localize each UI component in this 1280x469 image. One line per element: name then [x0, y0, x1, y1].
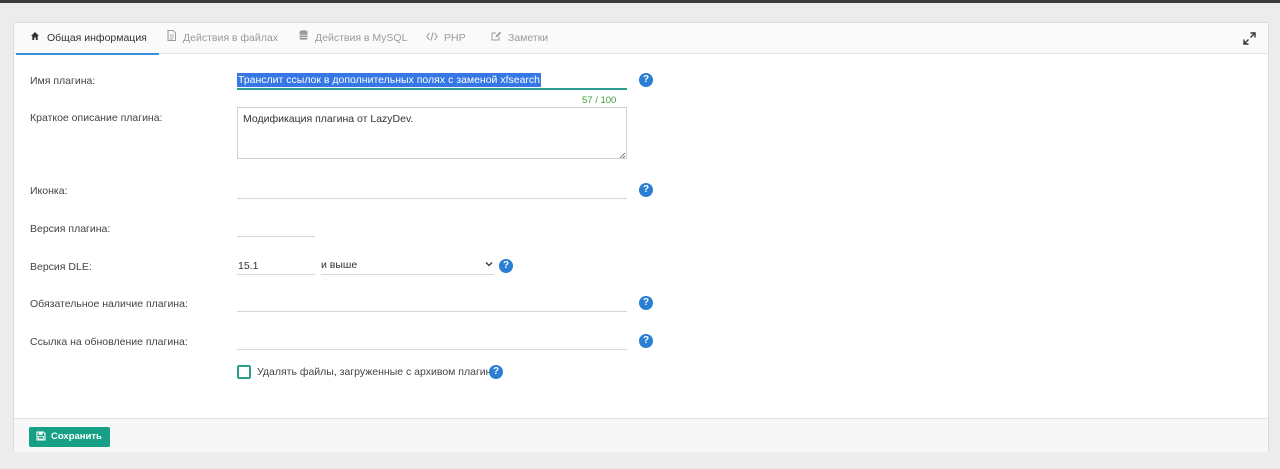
- chevron-down-icon: [484, 259, 494, 269]
- plugin-description-label: Краткое описание плагина:: [30, 112, 163, 124]
- plugin-icon-input[interactable]: [237, 181, 627, 199]
- help-icon[interactable]: ?: [489, 365, 503, 379]
- tab-bar: Общая информация Действия в файлах Дейст…: [14, 23, 1268, 55]
- save-button[interactable]: Сохранить: [29, 427, 110, 447]
- tab-general-info[interactable]: Общая информация: [16, 23, 159, 55]
- tab-php[interactable]: PHP: [425, 23, 466, 54]
- plugin-editor-panel: Общая информация Действия в файлах Дейст…: [13, 22, 1269, 452]
- expand-icon[interactable]: [1243, 32, 1256, 45]
- help-icon[interactable]: ?: [639, 183, 653, 197]
- code-icon: [425, 23, 439, 54]
- tab-label: Действия в MySQL: [315, 32, 408, 44]
- save-button-label: Сохранить: [51, 431, 102, 442]
- update-link-input[interactable]: [237, 332, 627, 350]
- delete-files-label: Удалять файлы, загруженные с архивом пла…: [257, 366, 498, 378]
- file-icon: [164, 23, 178, 54]
- dle-version-label: Версия DLE:: [30, 261, 92, 273]
- dle-version-mode-select[interactable]: и выше: [321, 257, 494, 275]
- plugin-description-textarea[interactable]: Модификация плагина от LazyDev.: [237, 107, 627, 159]
- tab-notes[interactable]: Заметки: [489, 23, 548, 54]
- floppy-disk-icon: [36, 431, 46, 441]
- help-icon[interactable]: ?: [639, 334, 653, 348]
- required-plugin-input[interactable]: [237, 294, 627, 312]
- home-icon: [28, 23, 42, 54]
- edit-icon: [489, 23, 503, 54]
- resize-handle-icon[interactable]: [618, 150, 626, 159]
- tab-label: Общая информация: [47, 32, 147, 44]
- database-icon: [296, 23, 310, 54]
- tab-mysql-actions[interactable]: Действия в MySQL: [296, 23, 407, 54]
- tab-label: Заметки: [508, 32, 549, 44]
- required-plugin-label: Обязательное наличие плагина:: [30, 298, 188, 310]
- plugin-version-input[interactable]: [237, 219, 315, 237]
- delete-files-checkbox[interactable]: [237, 365, 251, 379]
- tab-label: PHP: [444, 32, 466, 44]
- plugin-name-counter: 57 / 100: [582, 95, 617, 106]
- top-border: [0, 0, 1280, 3]
- plugin-version-label: Версия плагина:: [30, 223, 111, 235]
- dle-version-mode-value: и выше: [321, 259, 358, 271]
- tab-label: Действия в файлах: [183, 32, 278, 44]
- form-footer: Сохранить: [14, 418, 1268, 452]
- help-icon[interactable]: ?: [639, 296, 653, 310]
- plugin-name-label: Имя плагина:: [30, 75, 96, 87]
- tab-file-actions[interactable]: Действия в файлах: [164, 23, 278, 54]
- plugin-icon-label: Иконка:: [30, 185, 68, 197]
- plugin-name-selected-text: Транслит ссылок в дополнительных полях с…: [237, 73, 542, 87]
- help-icon[interactable]: ?: [639, 73, 653, 87]
- help-icon[interactable]: ?: [499, 259, 513, 273]
- update-link-label: Ссылка на обновление плагина:: [30, 336, 188, 348]
- dle-version-input[interactable]: [237, 257, 315, 275]
